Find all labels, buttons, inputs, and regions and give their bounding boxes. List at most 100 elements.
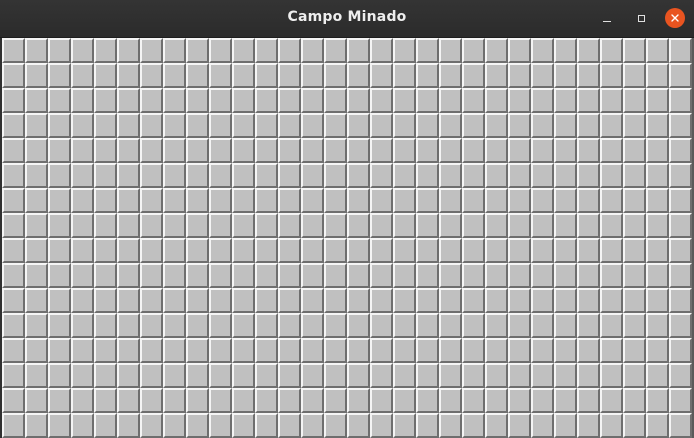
mine-cell[interactable] — [393, 88, 416, 113]
mine-cell[interactable] — [416, 138, 439, 163]
mine-cell[interactable] — [485, 163, 508, 188]
mine-cell[interactable] — [117, 363, 140, 388]
mine-cell[interactable] — [301, 338, 324, 363]
mine-cell[interactable] — [577, 163, 600, 188]
mine-cell[interactable] — [600, 313, 623, 338]
mine-cell[interactable] — [94, 138, 117, 163]
mine-cell[interactable] — [209, 363, 232, 388]
mine-cell[interactable] — [462, 238, 485, 263]
mine-cell[interactable] — [577, 63, 600, 88]
mine-cell[interactable] — [25, 63, 48, 88]
mine-cell[interactable] — [163, 413, 186, 438]
mine-cell[interactable] — [94, 338, 117, 363]
mine-cell[interactable] — [669, 63, 692, 88]
mine-cell[interactable] — [485, 213, 508, 238]
mine-cell[interactable] — [232, 313, 255, 338]
mine-cell[interactable] — [278, 338, 301, 363]
mine-cell[interactable] — [646, 288, 669, 313]
mine-cell[interactable] — [669, 38, 692, 63]
mine-cell[interactable] — [94, 363, 117, 388]
mine-cell[interactable] — [370, 313, 393, 338]
mine-cell[interactable] — [255, 288, 278, 313]
mine-cell[interactable] — [232, 338, 255, 363]
mine-cell[interactable] — [186, 163, 209, 188]
mine-cell[interactable] — [255, 213, 278, 238]
mine-cell[interactable] — [416, 388, 439, 413]
mine-cell[interactable] — [25, 88, 48, 113]
mine-cell[interactable] — [623, 38, 646, 63]
mine-cell[interactable] — [71, 38, 94, 63]
mine-cell[interactable] — [48, 338, 71, 363]
mine-cell[interactable] — [278, 38, 301, 63]
mine-cell[interactable] — [531, 113, 554, 138]
mine-cell[interactable] — [140, 288, 163, 313]
mine-cell[interactable] — [25, 413, 48, 438]
mine-cell[interactable] — [531, 313, 554, 338]
mine-cell[interactable] — [439, 363, 462, 388]
mine-cell[interactable] — [370, 238, 393, 263]
mine-cell[interactable] — [71, 63, 94, 88]
mine-cell[interactable] — [48, 38, 71, 63]
mine-cell[interactable] — [186, 38, 209, 63]
mine-cell[interactable] — [370, 213, 393, 238]
mine-cell[interactable] — [646, 113, 669, 138]
mine-cell[interactable] — [2, 363, 25, 388]
mine-cell[interactable] — [209, 63, 232, 88]
mine-cell[interactable] — [255, 163, 278, 188]
mine-cell[interactable] — [623, 138, 646, 163]
mine-cell[interactable] — [416, 363, 439, 388]
mine-cell[interactable] — [232, 63, 255, 88]
mine-cell[interactable] — [485, 113, 508, 138]
mine-cell[interactable] — [393, 388, 416, 413]
mine-cell[interactable] — [508, 363, 531, 388]
mine-cell[interactable] — [278, 138, 301, 163]
mine-cell[interactable] — [278, 88, 301, 113]
mine-cell[interactable] — [347, 288, 370, 313]
mine-cell[interactable] — [232, 413, 255, 438]
mine-cell[interactable] — [577, 263, 600, 288]
mine-cell[interactable] — [623, 213, 646, 238]
mine-cell[interactable] — [117, 388, 140, 413]
mine-cell[interactable] — [301, 38, 324, 63]
mine-cell[interactable] — [623, 238, 646, 263]
mine-cell[interactable] — [531, 63, 554, 88]
mine-cell[interactable] — [347, 88, 370, 113]
mine-cell[interactable] — [577, 338, 600, 363]
mine-cell[interactable] — [508, 213, 531, 238]
mine-cell[interactable] — [324, 263, 347, 288]
mine-cell[interactable] — [554, 238, 577, 263]
mine-cell[interactable] — [209, 88, 232, 113]
mine-cell[interactable] — [255, 313, 278, 338]
mine-cell[interactable] — [600, 213, 623, 238]
mine-cell[interactable] — [94, 388, 117, 413]
mine-cell[interactable] — [508, 138, 531, 163]
mine-cell[interactable] — [232, 38, 255, 63]
mine-cell[interactable] — [485, 188, 508, 213]
mine-cell[interactable] — [577, 238, 600, 263]
mine-cell[interactable] — [2, 263, 25, 288]
mine-cell[interactable] — [646, 313, 669, 338]
mine-cell[interactable] — [324, 88, 347, 113]
mine-cell[interactable] — [324, 113, 347, 138]
mine-cell[interactable] — [48, 138, 71, 163]
mine-cell[interactable] — [485, 313, 508, 338]
mine-cell[interactable] — [278, 363, 301, 388]
mine-cell[interactable] — [485, 388, 508, 413]
mine-cell[interactable] — [577, 188, 600, 213]
mine-cell[interactable] — [531, 138, 554, 163]
mine-cell[interactable] — [94, 213, 117, 238]
mine-cell[interactable] — [508, 188, 531, 213]
mine-cell[interactable] — [2, 288, 25, 313]
mine-cell[interactable] — [117, 88, 140, 113]
mine-cell[interactable] — [646, 38, 669, 63]
mine-cell[interactable] — [416, 263, 439, 288]
mine-cell[interactable] — [186, 313, 209, 338]
mine-cell[interactable] — [393, 263, 416, 288]
mine-cell[interactable] — [508, 38, 531, 63]
mine-cell[interactable] — [255, 263, 278, 288]
mine-cell[interactable] — [117, 188, 140, 213]
mine-cell[interactable] — [2, 88, 25, 113]
mine-cell[interactable] — [117, 413, 140, 438]
mine-cell[interactable] — [255, 338, 278, 363]
mine-cell[interactable] — [669, 338, 692, 363]
